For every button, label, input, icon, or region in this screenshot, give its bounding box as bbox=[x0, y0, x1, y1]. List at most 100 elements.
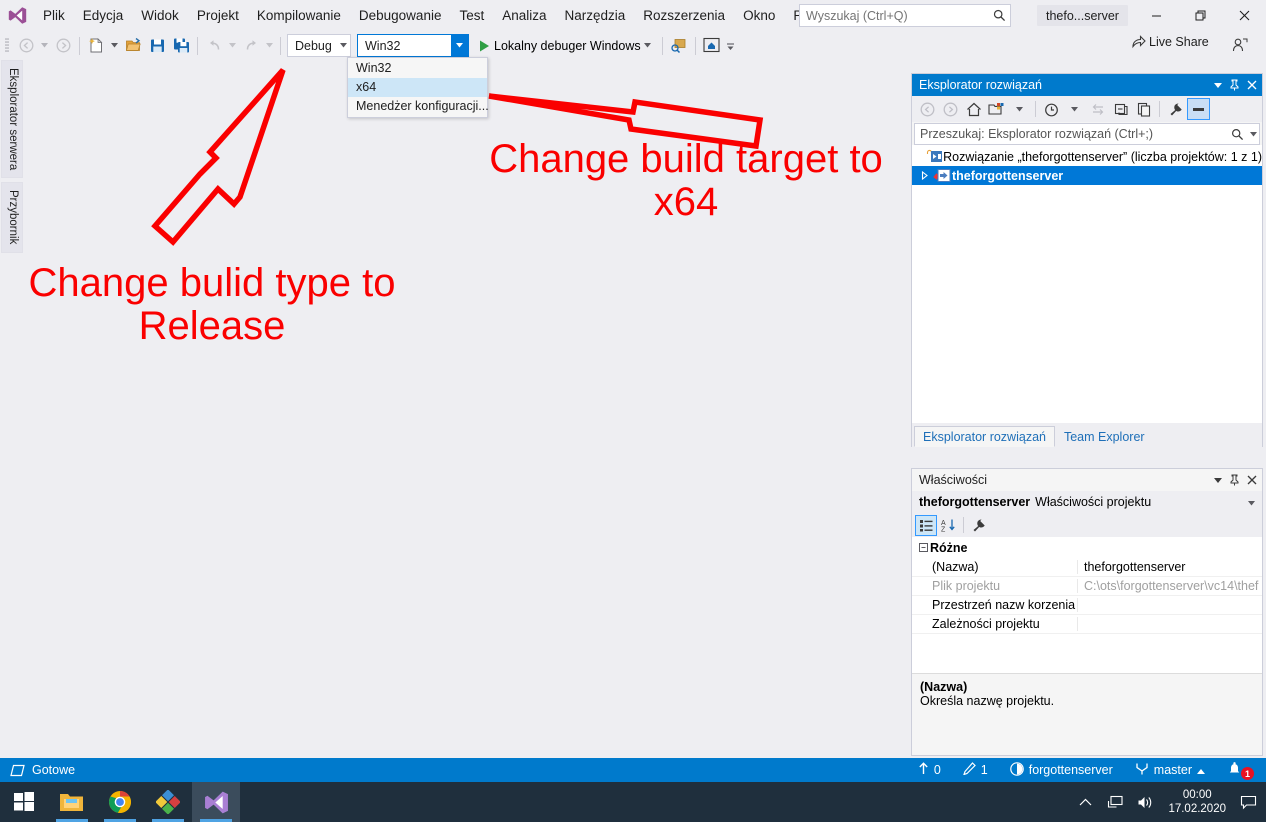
menu-kompilowanie[interactable]: Kompilowanie bbox=[248, 3, 350, 29]
show-all-files-icon[interactable] bbox=[985, 98, 1008, 120]
chevron-down-icon[interactable] bbox=[1244, 495, 1258, 509]
tree-row-solution[interactable]: Rozwiązanie „theforgottenserver” (liczba… bbox=[912, 147, 1262, 166]
menu-analiza[interactable]: Analiza bbox=[493, 3, 555, 29]
redo-icon[interactable] bbox=[239, 34, 263, 58]
pending-changes-icon[interactable] bbox=[1040, 98, 1063, 120]
property-row-name[interactable]: (Nazwa) theforgottenserver bbox=[912, 558, 1262, 577]
tab-team-explorer[interactable]: Team Explorer bbox=[1055, 426, 1154, 447]
property-value-name[interactable]: theforgottenserver bbox=[1078, 560, 1262, 574]
chevron-down-icon[interactable] bbox=[641, 43, 655, 48]
dropdown-item-configuration-manager[interactable]: Menedżer konfiguracji... bbox=[348, 97, 489, 116]
close-icon[interactable] bbox=[1243, 75, 1260, 95]
undo-dropdown-icon[interactable] bbox=[226, 34, 239, 58]
panel-dropdown-icon[interactable] bbox=[1209, 75, 1226, 95]
minimize-button[interactable] bbox=[1134, 0, 1178, 31]
redo-dropdown-icon[interactable] bbox=[263, 34, 276, 58]
menu-test[interactable]: Test bbox=[450, 3, 493, 29]
property-row-project-file[interactable]: Plik projektu C:\ots\forgottenserver\vc1… bbox=[912, 577, 1262, 596]
toolbar-grip[interactable] bbox=[0, 31, 14, 60]
network-icon[interactable] bbox=[1100, 782, 1130, 822]
menu-projekt[interactable]: Projekt bbox=[188, 3, 248, 29]
repository-cell[interactable]: forgottenserver bbox=[999, 758, 1124, 782]
search-input[interactable] bbox=[800, 5, 988, 26]
quick-search-box[interactable] bbox=[799, 4, 1011, 27]
chevron-down-icon[interactable] bbox=[338, 35, 350, 56]
back-icon[interactable] bbox=[916, 98, 939, 120]
toggle-preview-pane-icon[interactable] bbox=[1187, 98, 1210, 120]
navigate-back-dropdown-icon[interactable] bbox=[38, 34, 51, 58]
menu-edycja[interactable]: Edycja bbox=[74, 3, 133, 29]
tree-row-project[interactable]: theforgottenserver bbox=[912, 166, 1262, 185]
sync-icon[interactable] bbox=[1086, 98, 1109, 120]
collapse-category-icon[interactable] bbox=[916, 543, 930, 552]
menu-okno[interactable]: Okno bbox=[734, 3, 784, 29]
restore-button[interactable] bbox=[1178, 0, 1222, 31]
property-row-root-namespace[interactable]: Przestrzeń nazw korzenia bbox=[912, 596, 1262, 615]
new-project-icon[interactable] bbox=[84, 34, 108, 58]
menu-widok[interactable]: Widok bbox=[132, 3, 188, 29]
categorized-view-icon[interactable] bbox=[915, 514, 937, 536]
google-chrome-icon[interactable] bbox=[96, 782, 144, 822]
branch-cell[interactable]: master bbox=[1124, 758, 1216, 782]
show-hidden-icons-chevron-icon[interactable] bbox=[1070, 782, 1100, 822]
solution-configuration-combo[interactable]: Debug bbox=[287, 34, 351, 57]
search-options-chevron-icon[interactable] bbox=[1247, 131, 1259, 137]
toolbar-overflow-icon[interactable] bbox=[724, 34, 737, 58]
menu-rozszerzenia[interactable]: Rozszerzenia bbox=[634, 3, 734, 29]
menu-debugowanie[interactable]: Debugowanie bbox=[350, 3, 451, 29]
sidebar-tab-server-explorer[interactable]: Eksplorator serwera bbox=[1, 60, 23, 179]
properties-object-selector[interactable]: theforgottenserver Właściwości projektu bbox=[912, 491, 1262, 513]
pin-icon[interactable] bbox=[1226, 75, 1243, 95]
taskbar-clock[interactable]: 00:00 17.02.2020 bbox=[1160, 788, 1234, 816]
new-project-dropdown-icon[interactable] bbox=[108, 34, 121, 58]
tab-solution-explorer[interactable]: Eksplorator rozwiązań bbox=[914, 426, 1055, 447]
dropdown-item-x64[interactable]: x64 bbox=[348, 78, 487, 97]
start-button[interactable] bbox=[0, 782, 48, 822]
home-icon[interactable] bbox=[962, 98, 985, 120]
chevron-up-icon[interactable] bbox=[1197, 763, 1205, 777]
property-row-project-dependencies[interactable]: Zależności projektu bbox=[912, 615, 1262, 634]
alphabetical-view-icon[interactable]: A Z bbox=[937, 515, 959, 536]
panel-drag-dots[interactable] bbox=[993, 469, 1203, 491]
solution-platform-combo[interactable]: Win32 bbox=[357, 34, 469, 57]
solution-search-input[interactable]: Przeszukaj: Eksplorator rozwiązań (Ctrl+… bbox=[915, 127, 1227, 141]
show-file-preview-icon[interactable] bbox=[1132, 98, 1155, 120]
volume-icon[interactable] bbox=[1130, 782, 1160, 822]
open-file-icon[interactable] bbox=[121, 34, 145, 58]
undo-icon[interactable] bbox=[202, 34, 226, 58]
live-preview-icon[interactable] bbox=[700, 34, 724, 58]
tree-expander-icon[interactable] bbox=[918, 171, 932, 180]
forward-icon[interactable] bbox=[939, 98, 962, 120]
chevron-down-icon[interactable] bbox=[1008, 98, 1031, 120]
dropdown-item-win32[interactable]: Win32 bbox=[348, 59, 487, 78]
attach-to-process-icon[interactable] bbox=[667, 34, 691, 58]
panel-dropdown-icon[interactable] bbox=[1209, 470, 1226, 490]
navigate-forward-icon[interactable] bbox=[51, 34, 75, 58]
paint-net-icon[interactable] bbox=[144, 782, 192, 822]
property-pages-wrench-icon[interactable] bbox=[968, 515, 990, 536]
solution-platform-dropdown-menu[interactable]: Win32 x64 Menedżer konfiguracji... bbox=[347, 57, 489, 118]
properties-wrench-icon[interactable] bbox=[1164, 98, 1187, 120]
pin-icon[interactable] bbox=[1226, 470, 1243, 490]
menu-narzedzia[interactable]: Narzędzia bbox=[556, 3, 635, 29]
pending-changes-cell[interactable]: 1 bbox=[952, 758, 999, 782]
navigate-back-icon[interactable] bbox=[14, 34, 38, 58]
action-center-icon[interactable] bbox=[1234, 782, 1262, 822]
close-button[interactable] bbox=[1222, 0, 1266, 31]
start-debugging-button[interactable]: Lokalny debuger Windows bbox=[469, 34, 658, 58]
chevron-down-icon[interactable] bbox=[451, 35, 468, 56]
collapse-all-icon[interactable] bbox=[1109, 98, 1132, 120]
account-user-icon[interactable] bbox=[1228, 34, 1252, 56]
notifications-cell[interactable]: 1 bbox=[1216, 758, 1258, 782]
chevron-down-icon-2[interactable] bbox=[1063, 98, 1086, 120]
visual-studio-taskbar-icon[interactable] bbox=[192, 782, 240, 822]
close-icon[interactable] bbox=[1243, 470, 1260, 490]
solution-explorer-search-box[interactable]: Przeszukaj: Eksplorator rozwiązań (Ctrl+… bbox=[914, 123, 1260, 145]
outgoing-commits-cell[interactable]: 0 bbox=[907, 758, 952, 782]
properties-category-row[interactable]: Różne bbox=[912, 537, 1262, 558]
live-share-button[interactable]: Live Share bbox=[1127, 34, 1209, 49]
save-all-icon[interactable] bbox=[169, 34, 193, 58]
sidebar-tab-toolbox[interactable]: Przybornik bbox=[1, 182, 23, 253]
file-explorer-icon[interactable] bbox=[48, 782, 96, 822]
menu-plik[interactable]: Plik bbox=[34, 3, 74, 29]
